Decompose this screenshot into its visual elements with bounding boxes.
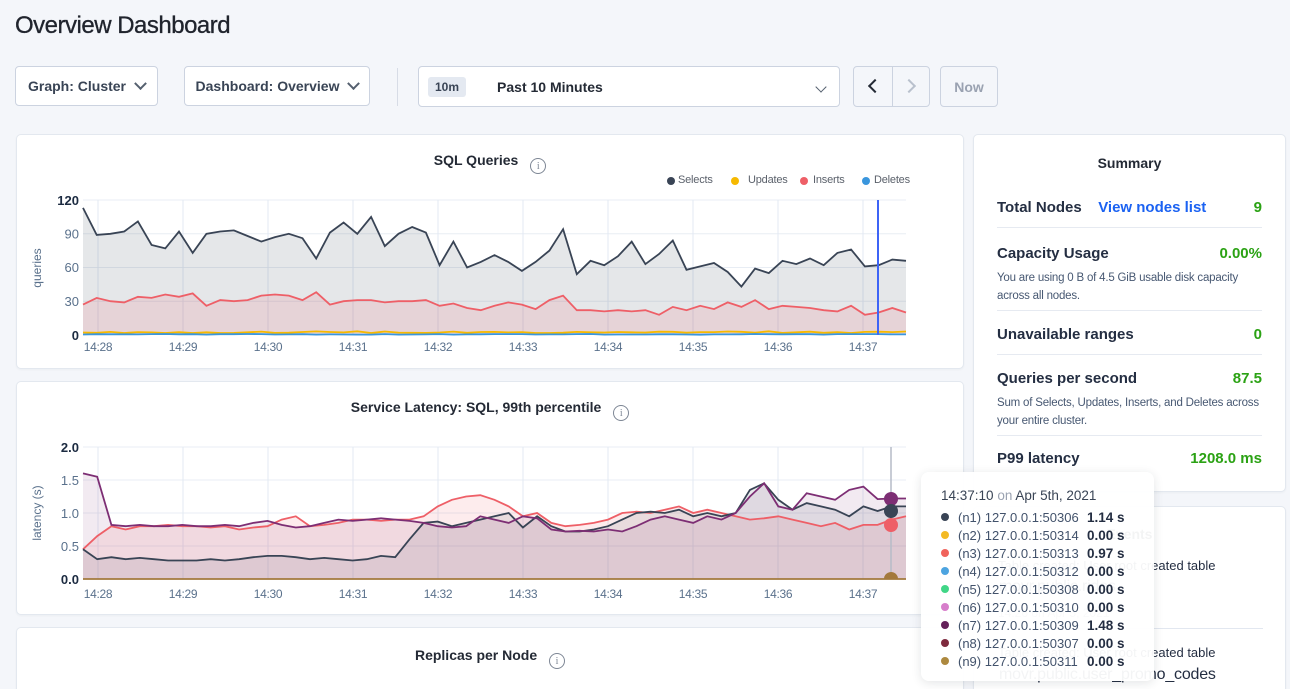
svg-text:14:30: 14:30 (254, 340, 283, 354)
svg-text:120: 120 (57, 193, 79, 208)
svg-text:14:29: 14:29 (169, 340, 198, 354)
svg-text:14:35: 14:35 (679, 340, 708, 354)
svg-text:14:30: 14:30 (254, 587, 283, 601)
svg-text:14:33: 14:33 (509, 587, 538, 601)
svg-text:14:36: 14:36 (764, 587, 793, 601)
svg-text:1.5: 1.5 (61, 473, 79, 488)
svg-text:14:36: 14:36 (764, 340, 793, 354)
svg-text:0.5: 0.5 (61, 539, 79, 554)
svg-text:90: 90 (65, 227, 79, 242)
svg-text:latency (s): latency (s) (30, 485, 44, 540)
svg-text:14:34: 14:34 (594, 587, 623, 601)
svg-text:30: 30 (65, 294, 79, 309)
svg-text:14:37: 14:37 (849, 340, 878, 354)
svg-text:14:32: 14:32 (424, 587, 453, 601)
svg-text:60: 60 (65, 260, 79, 275)
svg-text:14:31: 14:31 (339, 340, 368, 354)
svg-text:1.0: 1.0 (61, 506, 79, 521)
svg-text:14:29: 14:29 (169, 587, 198, 601)
svg-text:queries: queries (30, 248, 44, 287)
svg-text:14:35: 14:35 (679, 587, 708, 601)
svg-text:14:28: 14:28 (84, 587, 113, 601)
svg-text:0.0: 0.0 (61, 572, 79, 587)
svg-text:14:37: 14:37 (849, 587, 878, 601)
svg-text:2.0: 2.0 (61, 440, 79, 455)
svg-text:14:34: 14:34 (594, 340, 623, 354)
svg-text:14:28: 14:28 (84, 340, 113, 354)
svg-text:14:33: 14:33 (509, 340, 538, 354)
svg-text:14:32: 14:32 (424, 340, 453, 354)
svg-text:14:31: 14:31 (339, 587, 368, 601)
svg-text:0: 0 (72, 328, 79, 343)
